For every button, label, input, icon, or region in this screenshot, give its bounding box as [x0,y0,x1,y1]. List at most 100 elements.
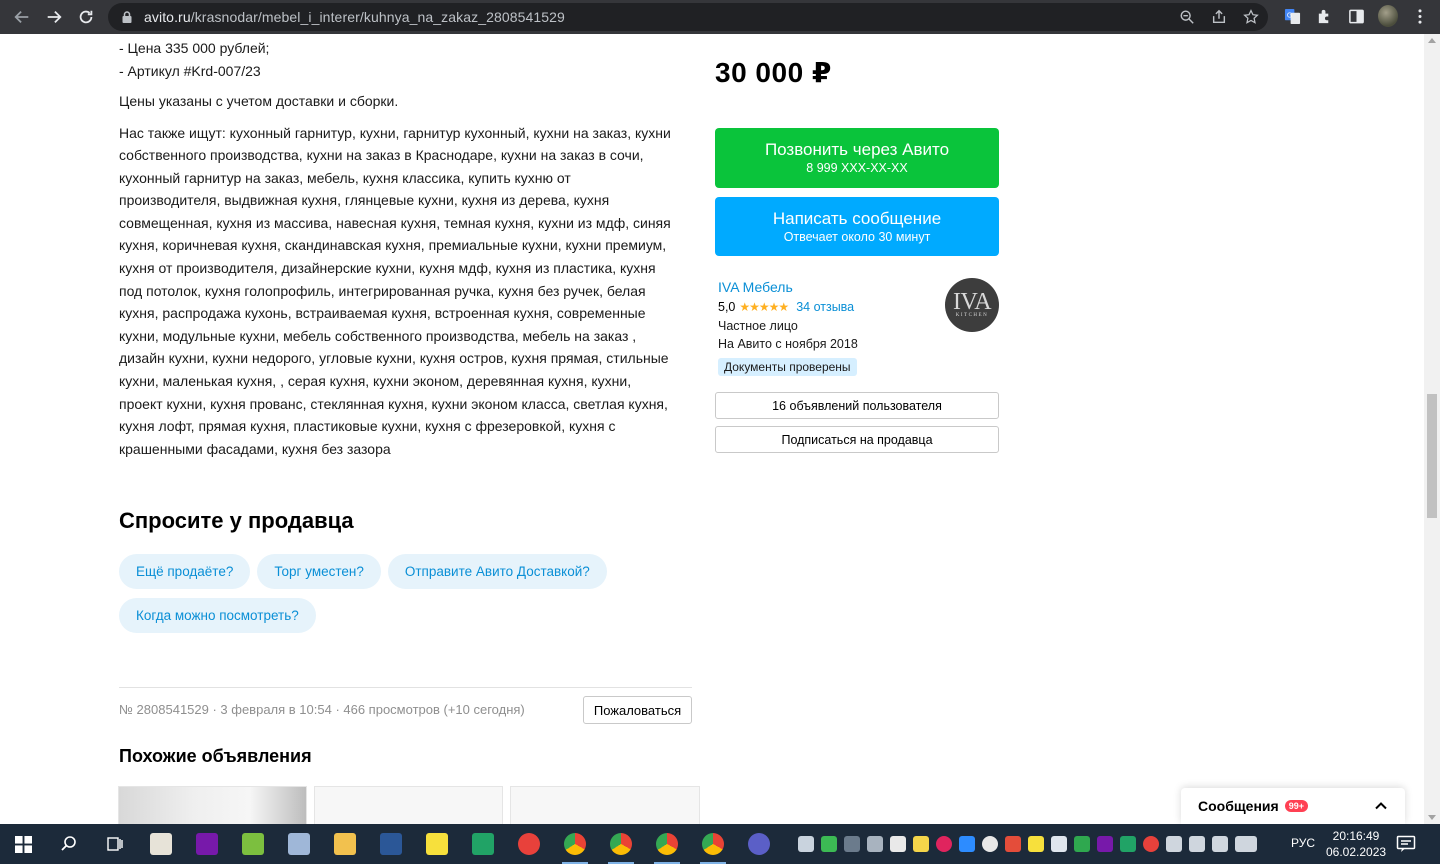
taskbar-app-word[interactable] [368,824,414,864]
taskbar-app-notes[interactable] [414,824,460,864]
taskbar-app-spreadsheet[interactable] [460,824,506,864]
tray-app-icon[interactable] [1143,836,1159,852]
tray-app-icon[interactable] [890,836,906,852]
question-chip-bargain[interactable]: Торг уместен? [257,554,381,589]
chevron-up-icon[interactable] [1373,798,1389,814]
tray-app-icon[interactable] [867,836,883,852]
app-icon [748,833,770,855]
taskbar-clock[interactable]: 20:16:49 06.02.2023 [1326,828,1386,860]
subscribe-seller-button[interactable]: Подписаться на продавца [715,426,999,453]
description-tags: Нас также ищут: кухонный гарнитур, кухни… [119,122,691,461]
input-language[interactable]: РУС [1291,836,1315,850]
address-bar[interactable]: avito.ru/krasnodar/mebel_i_interer/kuhny… [108,3,1268,31]
user-ads-button[interactable]: 16 объявлений пользователя [715,392,999,419]
taskbar-app-blue[interactable] [736,824,782,864]
clock-time: 20:16:49 [1332,829,1380,843]
back-button[interactable] [6,0,38,34]
translate-extension-icon[interactable]: G [1282,4,1302,28]
share-icon[interactable] [1210,8,1228,26]
windows-start-button[interactable] [0,824,46,864]
reviews-link[interactable]: 34 отзыва [796,299,854,315]
question-chip-delivery[interactable]: Отправите Авито Доставкой? [387,554,607,589]
taskbar-app-files[interactable] [138,824,184,864]
taskbar-app-editor[interactable] [230,824,276,864]
taskbar-app-tool[interactable] [276,824,322,864]
search-taskbar-button[interactable] [46,824,92,864]
message-button-label: Написать сообщение [772,208,942,228]
question-chip-viewing[interactable]: Когда можно посмотреть? [119,598,316,633]
call-button-phone: 8 999 XXX-XX-XX [806,161,908,175]
windows-logo-icon [14,835,32,853]
keyboard-icon[interactable] [1235,836,1257,852]
forward-button[interactable] [38,0,70,34]
logo-text: IVA [952,289,992,315]
ad-description: - Цена 335 000 рублей; - Артикул #Krd-00… [119,37,691,460]
tray-app-icon[interactable] [844,836,860,852]
tags-line: Нас также ищут: кухонный гарнитур, кухни… [119,124,671,141]
profile-avatar[interactable] [1378,4,1398,28]
taskbar-app-red[interactable] [506,824,552,864]
tray-app-icon[interactable] [936,836,952,852]
chrome-icon [656,833,678,855]
report-button[interactable]: Пожаловаться [583,696,692,724]
ad-price: 30 000 ₽ [715,57,832,88]
messages-widget[interactable]: Сообщения 99+ [1181,788,1405,824]
task-view-icon [107,837,123,851]
url-text: avito.ru/krasnodar/mebel_i_interer/kuhny… [144,9,565,25]
tray-app-icon[interactable] [982,836,998,852]
tray-app-icon[interactable] [1097,836,1113,852]
taskbar-app-explorer[interactable] [322,824,368,864]
taskbar-app-chrome-4[interactable] [690,824,736,864]
ad-meta-info: № 2808541529 · 3 февраля в 10:54 · 466 п… [119,702,525,717]
tray-app-icon[interactable] [959,836,975,852]
scroll-down-arrow-icon[interactable] [1428,815,1436,820]
messages-count-badge: 99+ [1284,800,1308,812]
clock-date: 06.02.2023 [1326,845,1387,859]
tray-app-icon[interactable] [1005,836,1021,852]
telegram-icon[interactable] [798,836,814,852]
notifications-icon[interactable] [1396,835,1416,853]
volume-icon[interactable] [1212,836,1228,852]
similar-ad-card[interactable] [314,786,503,824]
scroll-up-arrow-icon[interactable] [1428,38,1436,43]
tray-app-icon[interactable] [913,836,929,852]
page-content: - Цена 335 000 рублей; - Артикул #Krd-00… [0,34,1424,824]
tray-app-icon[interactable] [1074,836,1090,852]
zoom-icon[interactable] [1178,8,1196,26]
chrome-icon [564,833,586,855]
taskbar-app-chrome-2[interactable] [598,824,644,864]
tags-line: крашенными фасадами, кухня без зазора [119,440,391,457]
wifi-icon[interactable] [1189,836,1205,852]
taskbar-app-chrome-1[interactable] [552,824,598,864]
tray-app-icon[interactable] [1120,836,1136,852]
browser-menu-icon[interactable] [1410,4,1430,28]
call-button[interactable]: Позвонить через Авито 8 999 XXX-XX-XX [715,128,999,188]
battery-icon[interactable] [1166,836,1182,852]
tray-app-icon[interactable] [1051,836,1067,852]
taskbar-app-onenote[interactable] [184,824,230,864]
reload-button[interactable] [70,0,102,34]
write-message-button[interactable]: Написать сообщение Отвечает около 30 мин… [715,197,999,256]
task-view-button[interactable] [92,824,138,864]
seller-logo[interactable]: IVA KITCHEN [945,278,999,332]
similar-ad-card[interactable] [118,786,307,824]
messages-label: Сообщения [1198,798,1279,814]
ask-seller-title: Спросите у продавца [119,508,354,533]
tray-app-icon[interactable] [821,836,837,852]
taskbar-app-chrome-3[interactable] [644,824,690,864]
tray-app-icon[interactable] [1028,836,1044,852]
extensions-puzzle-icon[interactable] [1314,4,1334,28]
similar-ad-card[interactable] [510,786,700,824]
folder-icon [334,833,356,855]
browser-toolbar: avito.ru/krasnodar/mebel_i_interer/kuhny… [0,0,1440,34]
tags-line: кухня от производителя, дизайнерские кух… [119,260,656,277]
seller-since: На Авито с ноября 2018 [718,337,858,351]
bookmark-star-icon[interactable] [1242,8,1260,26]
side-panel-icon[interactable] [1346,4,1366,28]
question-chip-still-selling[interactable]: Ещё продаёте? [119,554,251,589]
scrollbar-thumb[interactable] [1427,394,1437,518]
windows-taskbar: РУС 20:16:49 06.02.2023 [0,824,1440,864]
app-8-icon [518,833,540,855]
search-icon [61,836,76,851]
page-scrollbar[interactable] [1424,34,1440,824]
